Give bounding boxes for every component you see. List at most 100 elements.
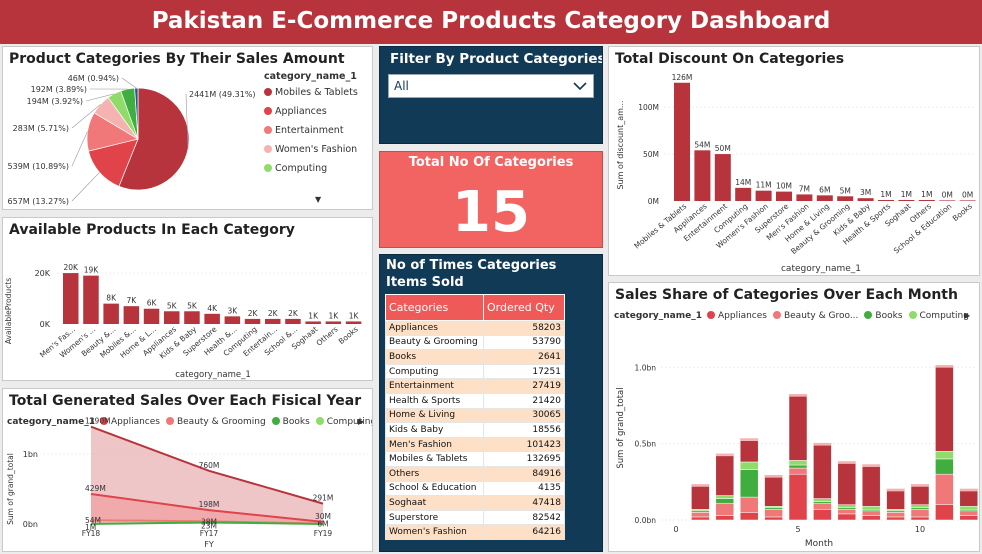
monthly-stacked-chart[interactable]: Sum of grand_total 0.0bn 0.5bn 1.0bn 0 5 10 Mon… bbox=[609, 283, 980, 552]
stacked-segment[interactable] bbox=[739, 512, 759, 521]
stacked-segment[interactable] bbox=[837, 461, 856, 464]
bar[interactable] bbox=[224, 316, 241, 324]
stacked-segment[interactable] bbox=[764, 516, 783, 521]
items-sold-table[interactable]: Categories Ordered Qty Appliances 58203 Be… bbox=[385, 294, 565, 540]
stacked-segment[interactable] bbox=[837, 513, 857, 521]
stacked-segment[interactable] bbox=[715, 455, 735, 496]
fiscal-year-panel[interactable]: Total Generated Sales Over Each Fisical … bbox=[2, 388, 373, 552]
bar[interactable] bbox=[939, 200, 956, 201]
stacked-segment[interactable] bbox=[813, 444, 832, 499]
bar[interactable] bbox=[674, 82, 690, 201]
stacked-segment[interactable] bbox=[935, 504, 954, 521]
stacked-segment[interactable] bbox=[886, 512, 905, 518]
legend-scroll-down-icon[interactable]: ▼ bbox=[315, 195, 321, 204]
stacked-segment[interactable] bbox=[959, 510, 979, 516]
table-row[interactable]: Home & Living 30065 bbox=[385, 407, 565, 424]
bar[interactable] bbox=[694, 150, 711, 201]
discount-panel[interactable]: Total Discount On Categories Sum of disc… bbox=[608, 46, 980, 276]
stacked-segment[interactable] bbox=[788, 473, 808, 521]
chevron-down-icon[interactable] bbox=[573, 78, 587, 97]
stacked-segment[interactable] bbox=[935, 367, 954, 452]
stacked-segment[interactable] bbox=[764, 509, 783, 518]
bar[interactable] bbox=[63, 273, 79, 324]
stacked-segment[interactable] bbox=[959, 515, 979, 521]
bar[interactable] bbox=[204, 313, 220, 324]
items-sold-table-wrap[interactable]: Categories Ordered Qty Appliances 58203 Be… bbox=[385, 294, 565, 540]
stacked-segment[interactable] bbox=[910, 516, 930, 521]
bar[interactable] bbox=[325, 321, 342, 324]
stacked-segment[interactable] bbox=[788, 464, 808, 469]
stacked-segment[interactable] bbox=[935, 364, 954, 368]
bar[interactable] bbox=[918, 200, 935, 201]
stacked-segment[interactable] bbox=[715, 453, 734, 456]
table-row[interactable]: School & Education 4135 bbox=[385, 480, 565, 497]
available-products-panel[interactable]: Available Products In Each Category Avai… bbox=[2, 217, 373, 381]
stacked-segment[interactable] bbox=[886, 516, 905, 521]
table-row[interactable]: Mobiles & Tablets 132695 bbox=[385, 451, 565, 467]
pie-legend-item[interactable]: Computing bbox=[264, 163, 327, 174]
stacked-segment[interactable] bbox=[886, 490, 905, 510]
bar[interactable] bbox=[143, 308, 160, 324]
stacked-segment[interactable] bbox=[861, 506, 881, 510]
column-header-categories[interactable]: Categories bbox=[385, 294, 484, 321]
stacked-segment[interactable] bbox=[739, 440, 759, 463]
stacked-segment[interactable] bbox=[715, 515, 735, 521]
pie-legend-item[interactable]: Entertainment bbox=[264, 125, 344, 136]
stacked-segment[interactable] bbox=[764, 476, 783, 507]
stacked-segment[interactable] bbox=[739, 461, 759, 470]
table-row[interactable]: Soghaat 47418 bbox=[385, 495, 565, 511]
stacked-segment[interactable] bbox=[764, 474, 783, 478]
table-row[interactable]: Others 84916 bbox=[385, 465, 565, 482]
stacked-segment[interactable] bbox=[788, 396, 808, 461]
stacked-segment[interactable] bbox=[910, 504, 930, 509]
stacked-segment[interactable] bbox=[788, 467, 808, 475]
bar[interactable] bbox=[714, 154, 731, 201]
table-row[interactable]: Computing 17251 bbox=[385, 363, 565, 380]
fiscal-year-area-chart[interactable]: Sum of grand_total 0bn 1bn 1390M 760M 291M 429… bbox=[3, 389, 373, 552]
category-dropdown[interactable]: All bbox=[388, 74, 594, 98]
table-row[interactable]: Entertainment 27419 bbox=[385, 378, 565, 394]
table-row[interactable]: Beauty & Grooming 53790 bbox=[385, 334, 565, 351]
stacked-segment[interactable] bbox=[715, 495, 735, 499]
bar[interactable] bbox=[755, 190, 772, 201]
bar[interactable] bbox=[878, 200, 894, 201]
stacked-segment[interactable] bbox=[861, 510, 881, 516]
bar[interactable] bbox=[103, 303, 119, 324]
bar[interactable] bbox=[123, 306, 140, 324]
stacked-segment[interactable] bbox=[886, 488, 905, 491]
bar[interactable] bbox=[83, 275, 99, 324]
stacked-segment[interactable] bbox=[715, 498, 735, 504]
available-products-chart[interactable]: AvailableProducts 0K20K20KMen's Fas...19K… bbox=[3, 218, 373, 381]
stacked-segment[interactable] bbox=[911, 484, 929, 487]
bar[interactable] bbox=[776, 191, 792, 201]
stacked-segment[interactable] bbox=[959, 488, 978, 491]
stacked-segment[interactable] bbox=[691, 512, 710, 518]
bar[interactable] bbox=[796, 194, 813, 201]
stacked-segment[interactable] bbox=[691, 516, 710, 521]
stacked-segment[interactable] bbox=[813, 442, 832, 446]
table-row[interactable]: Kids & Baby 18556 bbox=[385, 422, 565, 438]
stacked-segment[interactable] bbox=[861, 515, 881, 521]
table-row[interactable]: Superstore 82542 bbox=[385, 509, 565, 526]
stacked-segment[interactable] bbox=[788, 460, 808, 466]
stacked-segment[interactable] bbox=[910, 486, 930, 505]
discount-chart[interactable]: Sum of discount_am...0M50M100M126MMobile… bbox=[609, 47, 980, 276]
pie-legend-item[interactable]: Mobiles & Tablets bbox=[264, 87, 358, 98]
bar[interactable] bbox=[164, 311, 180, 324]
stacked-segment[interactable] bbox=[959, 506, 979, 510]
bar[interactable] bbox=[345, 321, 362, 324]
stacked-segment[interactable] bbox=[837, 509, 857, 515]
stacked-segment[interactable] bbox=[862, 464, 881, 467]
bar[interactable] bbox=[735, 187, 752, 201]
table-row[interactable]: Health & Sports 21420 bbox=[385, 392, 565, 409]
bar[interactable] bbox=[305, 321, 321, 324]
bar[interactable] bbox=[244, 318, 261, 324]
stacked-segment[interactable] bbox=[715, 502, 735, 516]
monthly-sales-panel[interactable]: Sales Share of Categories Over Each Mont… bbox=[608, 282, 980, 552]
bar[interactable] bbox=[265, 318, 281, 324]
stacked-segment[interactable] bbox=[740, 438, 759, 441]
table-row[interactable]: Books 2641 bbox=[385, 349, 565, 365]
pie-chart-panel[interactable]: Product Categories By Their Sales Amount… bbox=[2, 46, 373, 210]
stacked-segment[interactable] bbox=[837, 504, 857, 509]
bar[interactable] bbox=[285, 318, 301, 324]
